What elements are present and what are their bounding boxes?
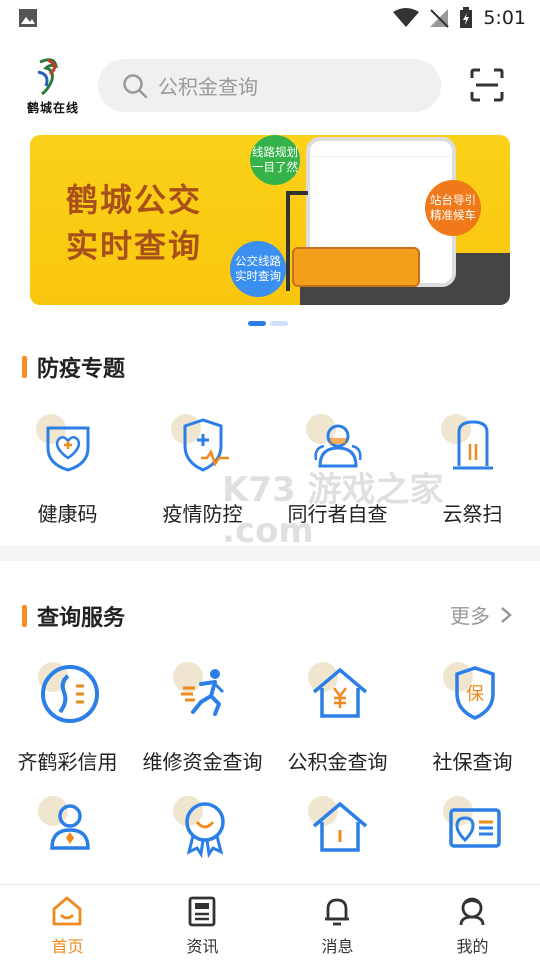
crane-logo-icon [41,665,99,723]
app-screen: 5:01 鹤城在线 公积金查询 鹤城公交 实时查询 线路规划 一目了然 站台导引… [0,0,540,960]
page-dot [270,321,288,326]
id-card-icon [449,808,501,848]
house-icon [312,801,368,852]
service-label: 维修资金查询 [142,750,263,774]
banner-title-line2: 实时查询 [66,227,203,265]
service-qihe-credit[interactable]: 齐鹤彩信用 [0,662,135,782]
tab-label: 我的 [456,937,489,956]
award-medal-icon [185,802,225,859]
service-label: 健康码 [37,502,98,526]
house-yuan-icon [312,667,368,718]
status-icons: 5:01 [393,7,526,29]
bus-graphic [292,247,420,287]
tab-label: 首页 [51,937,84,956]
tab-news[interactable]: 资讯 [135,885,270,960]
image-notification-icon [19,9,37,27]
service-housing-fund[interactable]: 公积金查询 [270,662,405,782]
tab-label: 消息 [321,937,354,956]
bottom-tab-bar: 首页 资讯 消息 我的 [0,884,540,960]
tab-profile[interactable]: 我的 [405,885,540,960]
section-divider [0,546,540,561]
service-label: 公积金查询 [287,750,388,774]
news-icon [188,896,216,927]
service-health-code[interactable]: 健康码 [0,414,135,534]
bell-icon [325,898,349,926]
bubble-stop-guidance: 站台导引 精准候车 [425,180,481,236]
section-title: 防疫专题 [37,357,126,382]
search-bar[interactable]: 公积金查询 [98,59,441,112]
tab-label: 资讯 [186,937,219,956]
bubble-route-planning: 线路规划 一目了然 [250,135,300,185]
service-label: 齐鹤彩信用 [17,750,118,774]
user-icon [459,897,485,926]
search-placeholder: 公积金查询 [158,75,258,99]
more-link[interactable]: 更多 [450,600,512,629]
watermark: K73 游戏之家 .com [222,470,444,551]
logo-text: 鹤城在线 [26,101,79,115]
app-logo[interactable]: 鹤城在线 [20,56,86,116]
street-lamp-graphic [286,191,290,291]
service-label: 社保查询 [432,750,513,774]
top-header: 鹤城在线 公积金查询 [0,48,540,128]
status-bar: 5:01 [0,0,540,36]
page-dot-active [248,321,266,326]
more-label: 更多 [450,604,490,628]
street-lamp-arm [286,191,308,195]
query-grid-row1: 齐鹤彩信用 维修资金查询 公积金查询 保 社保查询 [0,662,540,782]
section-accent-bar [22,605,27,627]
banner-title-line1: 鹤城公交 [66,181,203,219]
service-social-security[interactable]: 保 社保查询 [405,662,540,782]
heart-shield-icon [46,426,90,472]
shield-bao-icon: 保 [455,666,495,720]
section-accent-bar [22,356,27,378]
tab-messages[interactable]: 消息 [270,885,405,960]
bubble-realtime-query: 公交线路 实时查询 [230,241,286,297]
running-man-icon [181,669,225,716]
chevron-right-icon [501,606,512,623]
wifi-icon [393,8,420,27]
promo-banner[interactable]: 鹤城公交 实时查询 线路规划 一目了然 站台导引 精准候车 公交线路 实时查询 [30,135,510,305]
svg-text:保: 保 [466,684,484,705]
clock: 5:01 [483,7,526,29]
service-maintenance-fund[interactable]: 维修资金查询 [135,662,270,782]
section-title: 查询服务 [37,606,126,631]
crane-logo-icon [37,58,58,96]
person-badge-icon [50,804,90,850]
battery-charging-icon [460,7,473,28]
home-icon [52,896,82,926]
query-section-header: 查询服务 [22,600,125,632]
search-icon [123,73,148,98]
banner-page-indicator [248,321,288,326]
phone-status-bar [310,141,452,157]
scan-icon[interactable] [470,68,504,102]
no-signal-icon [430,9,450,28]
tab-home[interactable]: 首页 [0,885,135,960]
epidemic-section-header: 防疫专题 [22,351,125,383]
